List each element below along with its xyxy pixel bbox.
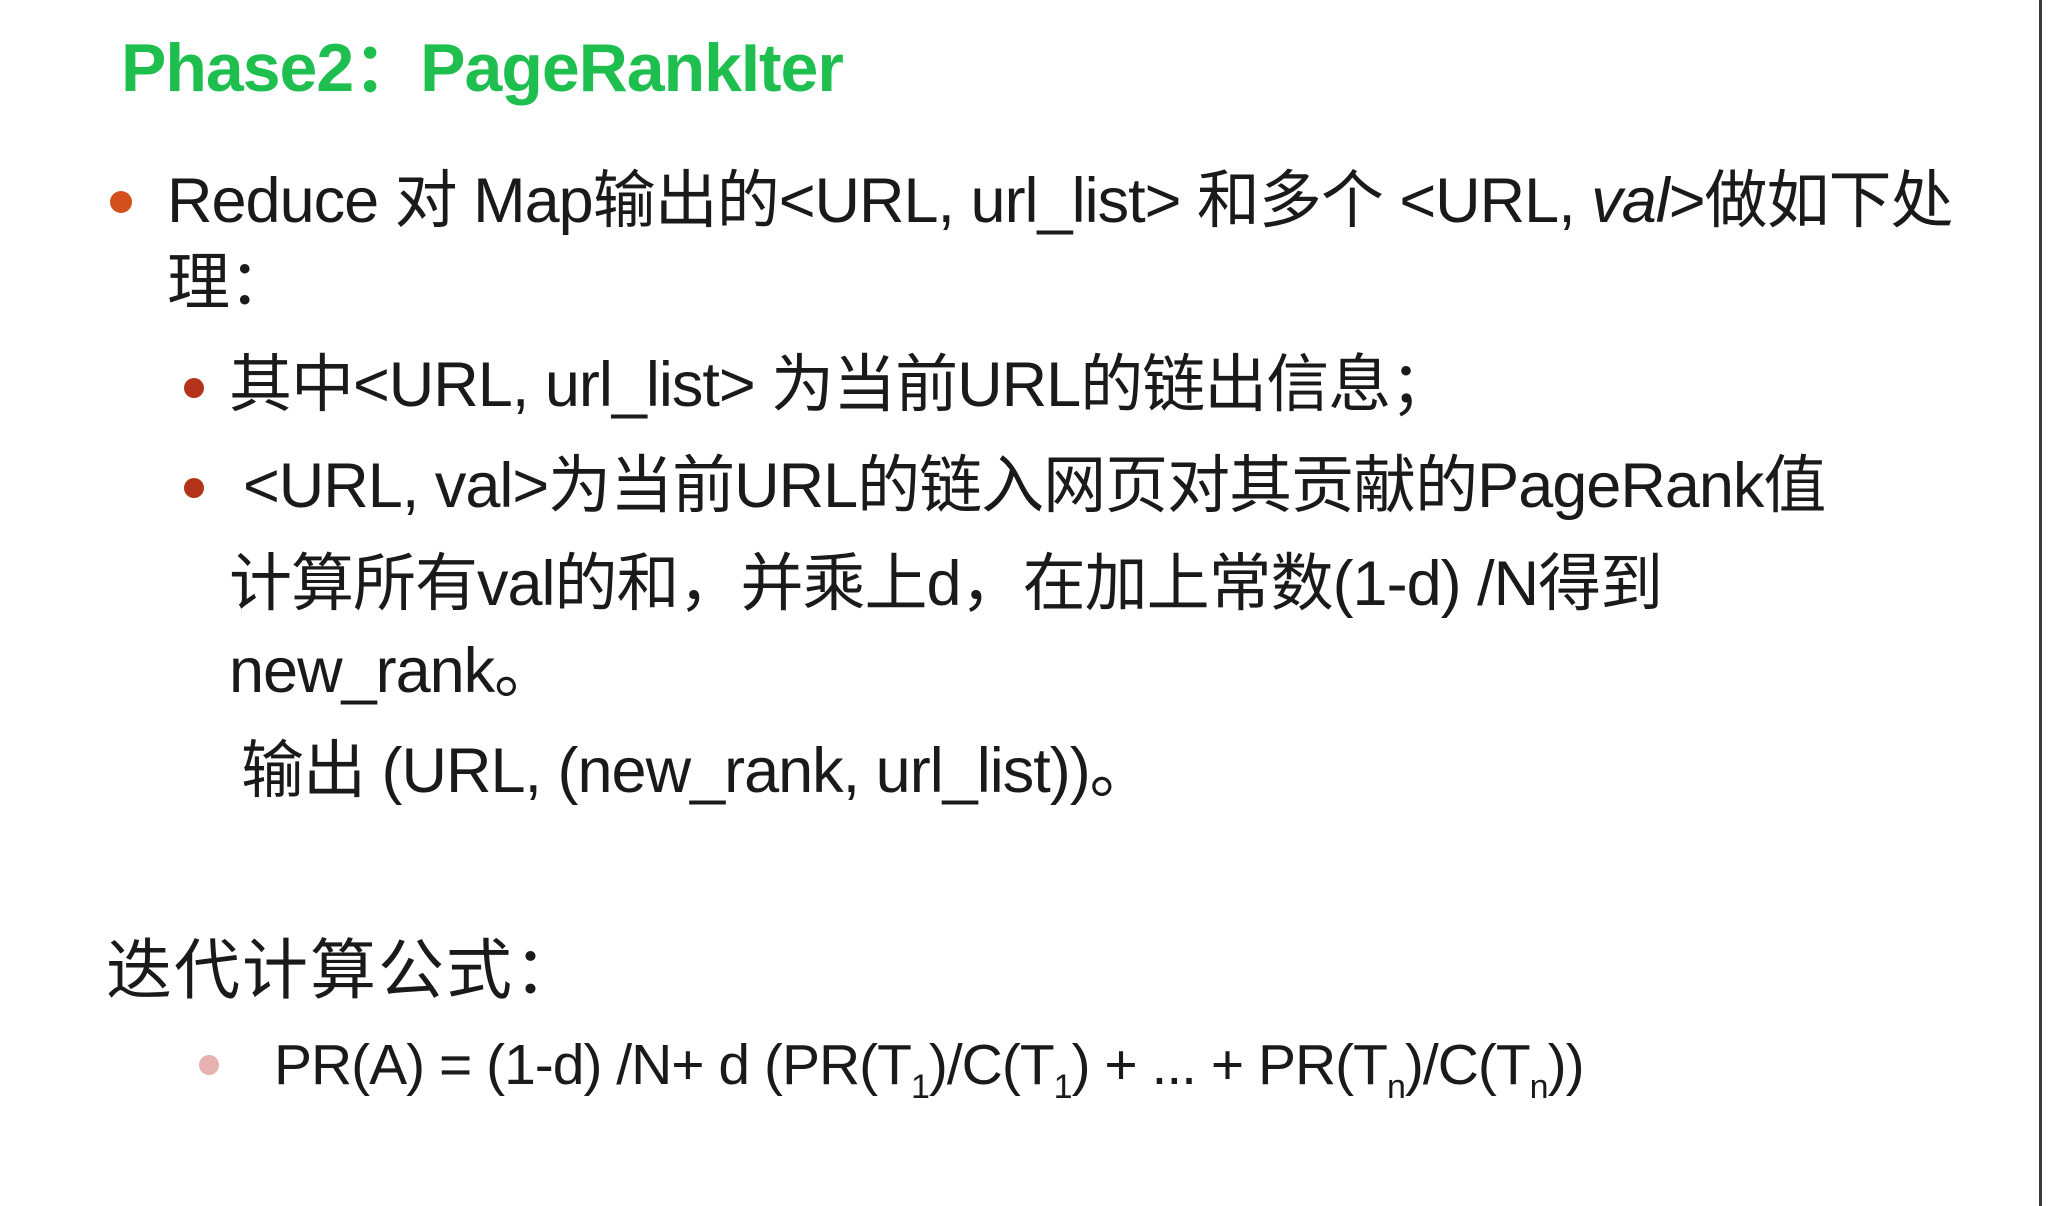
formula-bullet-dot-icon (199, 1055, 219, 1075)
formula-part: ) + ... + PR(T (1071, 1033, 1388, 1097)
bullet-text-part: Reduce 对 Map输出的<URL, url_list> 和多个 <URL, (167, 166, 1592, 236)
slide-title: Phase2：PageRankIter (121, 30, 844, 106)
formula-part: )/C(T (928, 1033, 1055, 1097)
slide: Phase2：PageRankIter Reduce 对 Map输出的<URL,… (0, 0, 2064, 1206)
formula-part: PR(A) = (1-d) /N+ d (PR(T (274, 1033, 912, 1097)
bullet-text-line: Reduce 对 Map输出的<URL, url_list> 和多个 <URL,… (167, 170, 1954, 233)
sub-bullet-text: <URL, val>为当前URL的链入网页对其贡献的PageRank值 (243, 451, 1826, 521)
formula-subscript: n (1386, 1068, 1406, 1106)
formula-part: )) (1547, 1033, 1585, 1097)
formula: PR(A) = (1-d) /N+ d (PR(T1)/C(T1) + ... … (274, 1037, 1585, 1105)
section-heading: 迭代计算公式： (106, 933, 582, 1007)
formula-subscript: n (1529, 1068, 1549, 1106)
sub-bullet-text: 其中<URL, url_list> 为当前URL的链出信息； (229, 350, 1453, 420)
bullet-text-part: >做如下处 (1668, 166, 1954, 236)
bullet-text-continuation: 理： (167, 248, 292, 318)
bullet-text-italic: val (1591, 166, 1670, 236)
sub-bullet-dot-icon (184, 378, 204, 398)
formula-subscript: 1 (1053, 1068, 1073, 1106)
paragraph-line: new_rank。 (229, 636, 557, 706)
bullet-dot-icon (110, 191, 132, 213)
formula-subscript: 1 (910, 1068, 930, 1106)
right-border-line (2039, 0, 2042, 1206)
paragraph-line: 计算所有val的和，并乘上d，在加上常数(1-d) /N得到 (229, 549, 1663, 619)
formula-part: )/C(T (1404, 1033, 1531, 1097)
paragraph-line: 输出 (URL, (new_rank, url_list))。 (241, 736, 1153, 806)
sub-bullet-dot-icon (184, 478, 204, 498)
